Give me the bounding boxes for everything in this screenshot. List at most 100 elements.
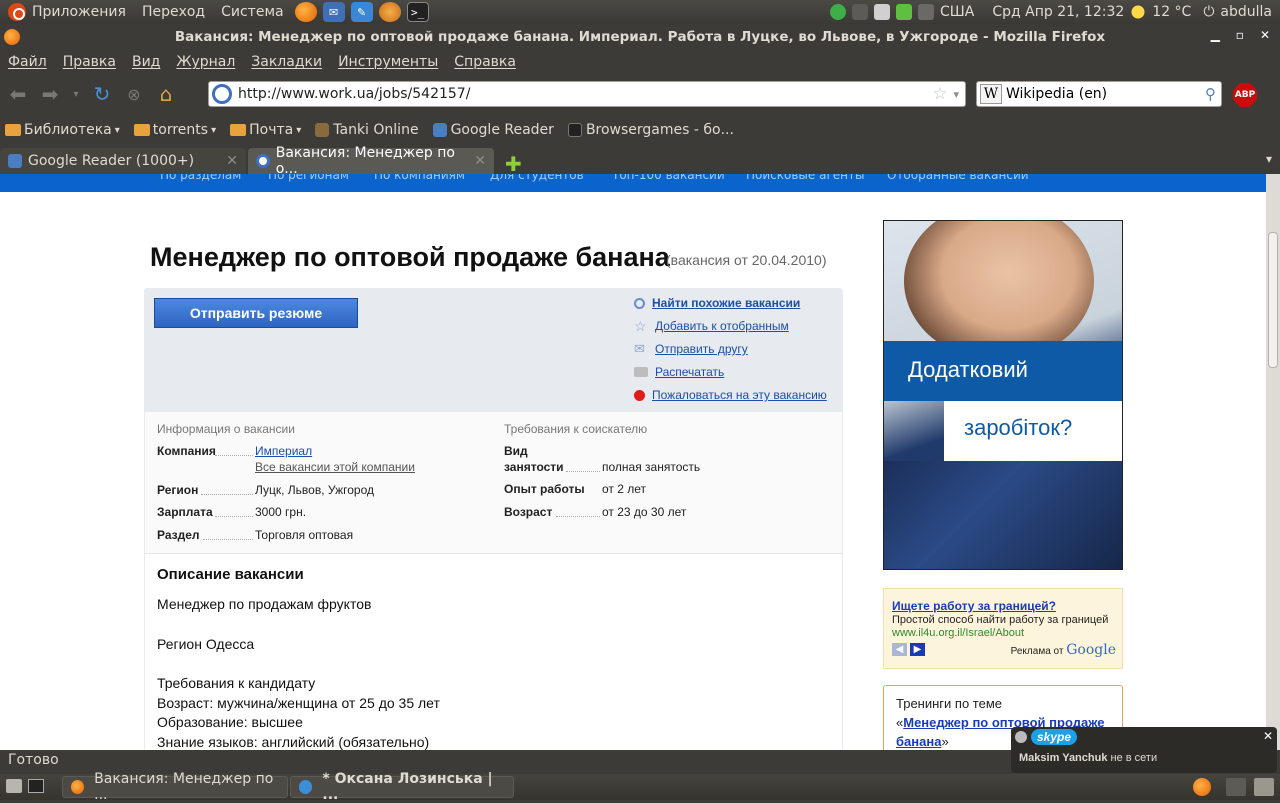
bookmark-star-icon[interactable]: ☆ (932, 84, 947, 104)
rss-icon (8, 154, 22, 168)
tab-label: Вакансия: Менеджер по о... (275, 145, 455, 177)
site-nav-students[interactable]: Для студентов (490, 174, 584, 182)
workspace-icon[interactable] (28, 779, 44, 793)
volume-tray-icon[interactable] (918, 4, 935, 20)
company-all-vacancies-link[interactable]: Все вакансии этой компании (255, 460, 415, 474)
thunderbird-launcher-icon[interactable]: ✉ (322, 2, 345, 22)
minimize-button[interactable]: ▁ (1211, 28, 1220, 42)
add-to-saved-link[interactable]: ☆ Добавить к отобранным (634, 319, 789, 333)
history-dropdown-icon[interactable]: ▾ (68, 80, 84, 108)
workspace-switcher[interactable] (1226, 778, 1246, 796)
scrollbar-thumb[interactable] (1268, 232, 1278, 368)
ad-prev-arrow-icon[interactable]: ◀ (892, 643, 907, 656)
menu-history[interactable]: Журнал (168, 54, 243, 70)
send-resume-button[interactable]: Отправить резюме (154, 298, 358, 328)
ads-by-google[interactable]: Реклама от Google (1011, 642, 1116, 658)
close-notification-icon[interactable]: ✕ (1263, 729, 1273, 743)
forward-arrow-icon[interactable]: ➡ (36, 80, 64, 108)
site-identity-icon[interactable] (212, 84, 232, 104)
places-menu-label: Переход (141, 4, 206, 20)
power-icon[interactable]: ⏻ (1203, 4, 1214, 20)
bookmark-browsergames[interactable]: Browsergames - бо... (563, 122, 739, 138)
weather-temperature[interactable]: 12 °C (1152, 4, 1191, 20)
search-bar[interactable]: W Wikipedia (en) ⚲ (976, 81, 1222, 107)
url-text[interactable]: http://www.work.ua/jobs/542157/ (238, 86, 932, 102)
window-title-bar[interactable]: Вакансия: Менеджер по оптовой продаже ба… (0, 24, 1280, 50)
ad-next-arrow-icon[interactable]: ▶ (910, 643, 925, 656)
firefox-tray-icon[interactable] (1193, 778, 1211, 796)
menu-help[interactable]: Справка (446, 54, 524, 70)
report-link[interactable]: Пожаловаться на эту вакансию (634, 388, 827, 402)
update-tray-icon[interactable] (896, 4, 913, 20)
menu-file[interactable]: Файл (0, 54, 55, 70)
job-date: (вакансия от 20.04.2010) (666, 252, 827, 268)
system-tray: США Срд Апр 21, 12:32 12 °C ⏻ abdulla (830, 0, 1280, 24)
maximize-button[interactable]: ▫ (1236, 28, 1244, 42)
tab-list-chevron-icon[interactable]: ▾ (1266, 152, 1272, 166)
site-nav-by-region[interactable]: По регионам (268, 174, 349, 182)
trash-icon[interactable] (1254, 778, 1274, 796)
age-value: от 23 до 30 лет (602, 505, 687, 519)
applications-menu[interactable]: Приложения (0, 0, 134, 24)
username[interactable]: abdulla (1220, 4, 1272, 20)
places-menu[interactable]: Переход (134, 0, 213, 24)
new-tab-plus-icon[interactable]: ✚ (505, 152, 522, 176)
search-magnifier-icon[interactable]: ⚲ (1205, 85, 1216, 103)
keyboard-layout-indicator[interactable]: США (940, 4, 974, 20)
skype-notification[interactable]: skype ✕ Maksim Yanchuk не в сети (1011, 727, 1277, 773)
battery-tray-icon[interactable] (874, 4, 891, 20)
site-nav-search-agents[interactable]: Поисковые агенты (746, 174, 864, 182)
url-history-dropdown-icon[interactable]: ▾ (953, 88, 959, 101)
close-window-button[interactable]: ✕ (1260, 28, 1270, 42)
terminal-launcher-icon[interactable]: >_ (406, 2, 429, 22)
info-heading: Информация о вакансии (157, 422, 295, 436)
reload-icon[interactable]: ↻ (88, 80, 116, 108)
google-ad-url[interactable]: www.il4u.org.il/Israel/About (892, 627, 1024, 639)
clock[interactable]: Срд Апр 21, 12:32 (992, 4, 1124, 20)
salary-label: Зарплата (157, 505, 213, 519)
ad-banner[interactable]: Додатковий заробіток? (883, 220, 1123, 570)
menu-view[interactable]: Вид (124, 54, 168, 70)
menu-tools[interactable]: Инструменты (330, 54, 446, 70)
bookmark-tanki-online[interactable]: Tanki Online (310, 122, 423, 138)
site-nav-top100[interactable]: Топ-100 вакансий (612, 174, 725, 182)
skype-contact: Maksim Yanchuk (1019, 752, 1108, 764)
wikipedia-engine-icon[interactable]: W (980, 84, 1002, 104)
network-tray-icon[interactable] (852, 4, 869, 20)
home-icon[interactable]: ⌂ (152, 80, 180, 108)
print-link[interactable]: Распечатать (634, 365, 724, 379)
bookmark-google-reader[interactable]: Google Reader (428, 122, 559, 138)
chevron-down-icon: ▾ (211, 124, 217, 136)
bookmark-folder-library[interactable]: Библиотека ▾ (0, 122, 125, 138)
close-tab-icon[interactable]: ✕ (474, 153, 486, 169)
site-nav-by-company[interactable]: По компаниям (374, 174, 465, 182)
site-nav-saved[interactable]: Отобранные вакансии (887, 174, 1029, 182)
taskbar-item-chat[interactable]: * Оксана Лозинська | ... (290, 771, 514, 803)
system-menu[interactable]: Система (213, 0, 291, 24)
clover-tray-icon[interactable] (830, 4, 847, 20)
bookmark-folder-torrents[interactable]: torrents ▾ (129, 122, 221, 138)
menu-bookmarks[interactable]: Закладки (243, 54, 330, 70)
show-desktop-icon[interactable] (6, 779, 22, 793)
site-nav-by-section[interactable]: По разделам (160, 174, 241, 182)
vertical-scrollbar[interactable] (1266, 174, 1280, 750)
url-bar[interactable]: http://www.work.ua/jobs/542157/ ☆ ▾ (208, 81, 966, 107)
google-ad-headline[interactable]: Ищете работу за границей? (892, 599, 1056, 613)
back-arrow-icon[interactable]: ⬅ (4, 80, 32, 108)
music-launcher-icon[interactable] (378, 2, 401, 22)
taskbar-item-firefox[interactable]: Вакансия: Менеджер по ... (62, 771, 288, 803)
firefox-launcher-icon[interactable] (294, 2, 317, 22)
employment-label-line1: Вид (504, 444, 528, 458)
skype-status-icon (1015, 731, 1027, 743)
menu-edit[interactable]: Правка (55, 54, 124, 70)
tab-google-reader[interactable]: Google Reader (1000+) ✕ (0, 148, 246, 174)
find-similar-link[interactable]: Найти похожие вакансии (634, 296, 800, 310)
tab-job-vacancy[interactable]: Вакансия: Менеджер по о... ✕ (248, 145, 494, 177)
company-link[interactable]: Империал (255, 444, 312, 458)
close-tab-icon[interactable]: ✕ (226, 153, 238, 169)
bookmark-folder-mail[interactable]: Почта ▾ (225, 122, 306, 138)
search-engine-label[interactable]: Wikipedia (en) (1006, 86, 1107, 102)
text-editor-launcher-icon[interactable]: ✎ (350, 2, 373, 22)
send-to-friend-link[interactable]: ✉ Отправить другу (634, 342, 748, 357)
stop-icon[interactable]: ⊗ (120, 80, 148, 108)
